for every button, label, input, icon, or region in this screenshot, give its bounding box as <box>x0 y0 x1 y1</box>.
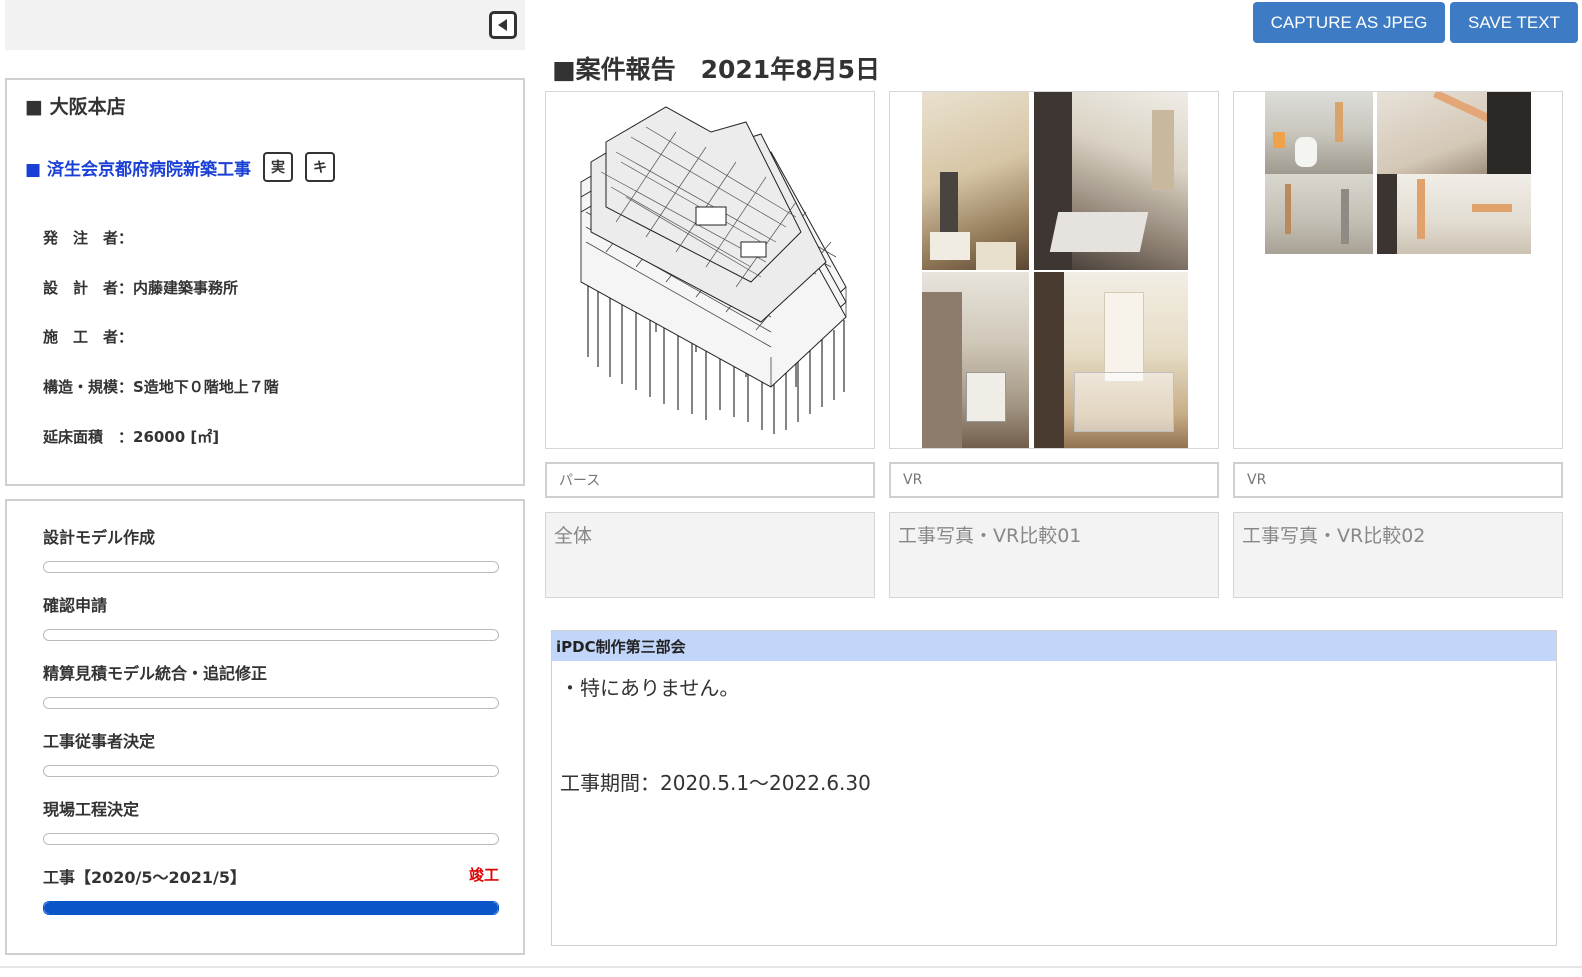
comment-line: ・特にありません。 <box>560 676 740 700</box>
vr-photo-card-02[interactable] <box>1233 91 1563 449</box>
caption-input-01[interactable]: パース <box>545 462 875 498</box>
comment-panel[interactable]: iPDC制作第三部会 ・特にありません。 工事期間：2020.5.1～2022.… <box>551 630 1557 946</box>
description-field-02[interactable]: 工事写真・VR比較01 <box>889 512 1219 598</box>
progress-fill <box>44 902 498 914</box>
photo-room-04 <box>1034 272 1188 448</box>
progress-step: 現場工程決定 <box>43 796 499 845</box>
progress-bar <box>43 833 499 845</box>
tag-jitsu-button[interactable]: 実 <box>262 152 293 182</box>
photo-room-01 <box>922 92 1029 270</box>
client-row: 発 注 者： <box>43 229 134 247</box>
progress-step: 設計モデル作成 <box>43 524 499 573</box>
progress-bar <box>43 561 499 573</box>
project-header: ■ 済生会京都府病院新築工事 実 キ <box>25 152 335 182</box>
progress-panel: 設計モデル作成 確認申請 精算見積モデル統合・追記修正 工事従事者決定 現場工程… <box>5 499 525 955</box>
page-title: ■案件報告 2021年8月5日 <box>552 55 880 84</box>
construction-period-text: 工事期間：2020.5.1～2022.6.30 <box>560 771 871 795</box>
tag-ki-button[interactable]: キ <box>304 152 335 182</box>
photo-toilet-02 <box>1377 92 1531 174</box>
description-field-03[interactable]: 工事写真・VR比較02 <box>1233 512 1563 598</box>
photo-toilet-03 <box>1265 174 1373 254</box>
description-field-01[interactable]: 全体 <box>545 512 875 598</box>
progress-bar <box>43 697 499 709</box>
office-name: ■ 大阪本店 <box>25 96 126 118</box>
step-title: 現場工程決定 <box>43 800 140 819</box>
building-model-image <box>580 106 847 434</box>
footer-divider <box>0 966 1582 968</box>
progress-step: 精算見積モデル統合・追記修正 <box>43 660 499 709</box>
step-title: 設計モデル作成 <box>43 528 156 547</box>
status-badge: 竣工 <box>468 866 499 884</box>
progress-step: 工事従事者決定 <box>43 728 499 777</box>
step-title: 精算見積モデル統合・追記修正 <box>43 664 268 683</box>
photo-room-02 <box>1034 92 1188 270</box>
floor-area-row: 延床面積 ：26000 [㎡] <box>43 428 220 446</box>
contractor-row: 施 工 者： <box>43 328 134 346</box>
step-title: 工事従事者決定 <box>43 732 156 751</box>
step-title: 確認申請 <box>43 596 108 615</box>
photo-toilet-04 <box>1377 174 1531 254</box>
caption-input-03[interactable]: VR <box>1233 462 1563 498</box>
progress-step: 確認申請 <box>43 592 499 641</box>
sidebar-header <box>5 0 525 50</box>
project-info-panel: ■ 大阪本店 ■ 済生会京都府病院新築工事 実 キ 発 注 者： 設 計 者：内… <box>5 78 525 486</box>
project-name-link[interactable]: ■ 済生会京都府病院新築工事 <box>25 155 251 180</box>
save-text-button[interactable]: SAVE TEXT <box>1450 2 1578 43</box>
progress-bar <box>43 901 499 915</box>
progress-bar <box>43 629 499 641</box>
step-title: 工事【2020/5～2021/5】 <box>43 868 247 887</box>
comment-header: iPDC制作第三部会 <box>552 631 1556 661</box>
photo-room-03 <box>922 272 1029 448</box>
progress-bar <box>43 765 499 777</box>
designer-row: 設 計 者：内藤建築事務所 <box>43 279 239 297</box>
collapse-sidebar-icon[interactable] <box>489 11 517 39</box>
perspective-image-card[interactable] <box>545 91 875 449</box>
vr-photo-card-01[interactable] <box>889 91 1219 449</box>
progress-step: 工事【2020/5～2021/5】 竣工 <box>43 864 499 915</box>
structure-row: 構造・規模：S造地下０階地上７階 <box>43 378 279 396</box>
caption-input-02[interactable]: VR <box>889 462 1219 498</box>
capture-jpeg-button[interactable]: CAPTURE AS JPEG <box>1253 2 1445 43</box>
photo-toilet-01 <box>1265 92 1373 174</box>
